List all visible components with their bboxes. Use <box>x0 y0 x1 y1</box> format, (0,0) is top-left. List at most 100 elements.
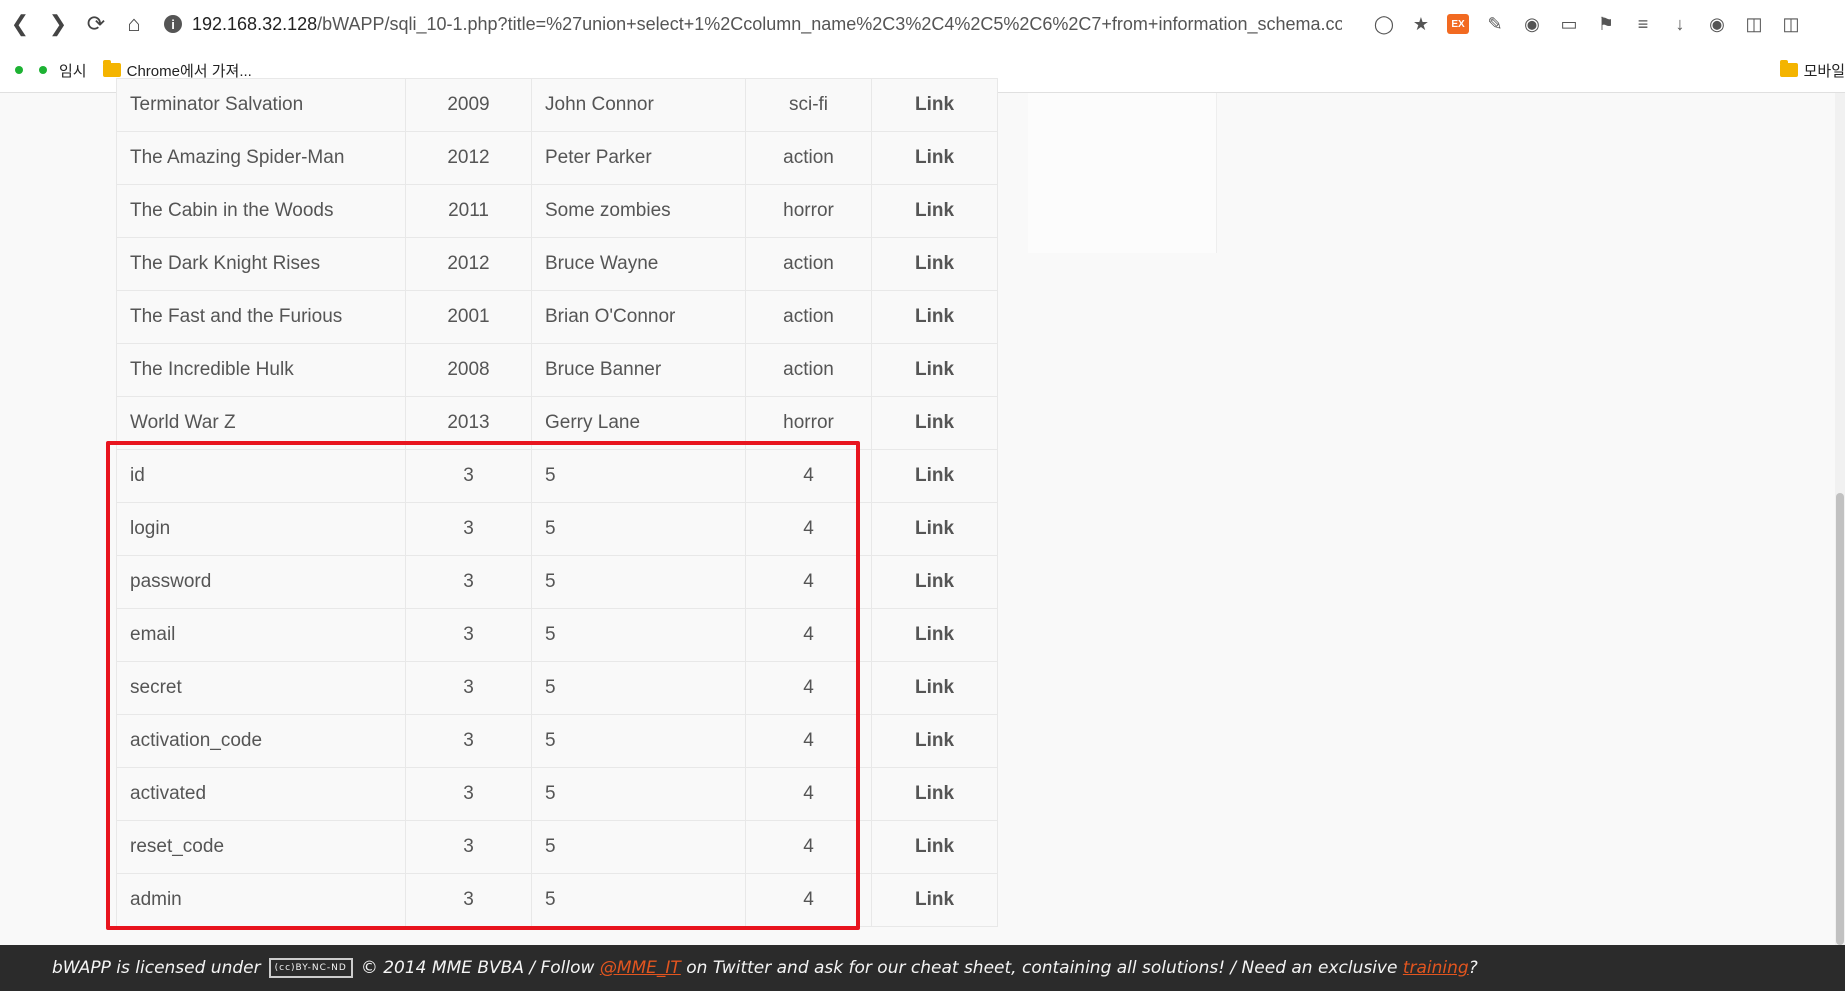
cell-character: 5 <box>531 714 746 768</box>
cell-genre: 4 <box>745 661 872 715</box>
imdb-link[interactable]: Link <box>871 290 998 344</box>
imdb-link[interactable]: Link <box>871 873 998 927</box>
imdb-link[interactable]: Link <box>871 449 998 503</box>
reload-icon[interactable]: ⟳ <box>78 6 114 42</box>
cell-genre: action <box>745 237 872 291</box>
download-icon[interactable]: ↓ <box>1664 8 1696 40</box>
cell-year: 2012 <box>405 131 532 185</box>
imdb-link[interactable]: Link <box>871 184 998 238</box>
cell-character: 5 <box>531 873 746 927</box>
cell-genre: 4 <box>745 449 872 503</box>
cell-character: 5 <box>531 820 746 874</box>
panel-icon[interactable]: ◫ <box>1738 8 1770 40</box>
imdb-link[interactable]: Link <box>871 820 998 874</box>
imdb-link[interactable]: Link <box>871 608 998 662</box>
cell-character: Peter Parker <box>531 131 746 185</box>
footer-text: on Twitter and ask for our cheat sheet, … <box>686 958 1398 978</box>
shield-icon[interactable]: ◯ <box>1368 8 1400 40</box>
cell-character: 5 <box>531 767 746 821</box>
cell-title: login <box>116 502 406 556</box>
imdb-link[interactable]: Link <box>871 343 998 397</box>
status-dot-icon <box>15 66 23 74</box>
home-icon[interactable]: ⌂ <box>116 6 152 42</box>
cell-character: 5 <box>531 502 746 556</box>
playlist-icon[interactable]: ≡ <box>1627 8 1659 40</box>
forward-icon[interactable]: ❯ <box>40 6 76 42</box>
cell-title: The Dark Knight Rises <box>116 237 406 291</box>
twitter-link[interactable]: @MME_IT <box>600 958 681 978</box>
cc-license-badge[interactable]: (cc) BY-NC-ND <box>268 958 353 978</box>
cell-title: The Fast and the Furious <box>116 290 406 344</box>
imdb-link[interactable]: Link <box>871 714 998 768</box>
cast-icon[interactable]: ▭ <box>1553 8 1585 40</box>
imdb-link[interactable]: Link <box>871 131 998 185</box>
cell-title: secret <box>116 661 406 715</box>
cell-genre: sci-fi <box>745 78 872 132</box>
scrollbar[interactable] <box>1835 93 1845 945</box>
cell-genre: action <box>745 131 872 185</box>
cell-title: The Amazing Spider-Man <box>116 131 406 185</box>
movie-table: Terminator Salvation 2009 John Connor sci-f… <box>116 78 998 927</box>
cell-year: 3 <box>405 608 532 662</box>
table-row: The Amazing Spider-Man 2012 Peter Parker ac… <box>116 131 998 185</box>
footer-text: ? <box>1468 958 1478 978</box>
imdb-link[interactable]: Link <box>871 661 998 715</box>
cell-year: 3 <box>405 714 532 768</box>
cell-character: 5 <box>531 608 746 662</box>
bookmark-mobile[interactable]: 모바일 <box>1779 48 1845 92</box>
cell-year: 2009 <box>405 78 532 132</box>
cell-title: id <box>116 449 406 503</box>
page-content: Terminator Salvation 2009 John Connor sci-f… <box>0 78 1845 945</box>
bookmark-temp[interactable]: 임시 <box>39 60 87 81</box>
cell-year: 3 <box>405 502 532 556</box>
pen-icon[interactable]: ✎ <box>1479 8 1511 40</box>
address-bar[interactable]: i 192.168.32.128/bWAPP/sqli_10-1.php?tit… <box>156 4 1348 44</box>
table-row: The Incredible Hulk 2008 Bruce Banner actio… <box>116 343 998 397</box>
ex-extension-icon[interactable]: EX <box>1447 14 1469 34</box>
cell-title: reset_code <box>116 820 406 874</box>
scrollbar-thumb[interactable] <box>1836 493 1844 945</box>
cell-character: John Connor <box>531 78 746 132</box>
cell-title: activation_code <box>116 714 406 768</box>
cell-title: The Incredible Hulk <box>116 343 406 397</box>
cell-year: 2013 <box>405 396 532 450</box>
cell-year: 2008 <box>405 343 532 397</box>
table-row: id 3 5 4 Link <box>116 449 998 503</box>
back-icon[interactable]: ❮ <box>2 6 38 42</box>
imdb-link[interactable]: Link <box>871 78 998 132</box>
flag-icon[interactable]: ⚑ <box>1590 8 1622 40</box>
url-path: /bWAPP/sqli_10-1.php?title=%27union+sele… <box>317 13 1342 34</box>
imdb-link[interactable]: Link <box>871 555 998 609</box>
imdb-link[interactable]: Link <box>871 396 998 450</box>
star-icon[interactable]: ★ <box>1405 8 1437 40</box>
table-row: admin 3 5 4 Link <box>116 873 998 927</box>
cell-genre: 4 <box>745 502 872 556</box>
table-row: Terminator Salvation 2009 John Connor sci-f… <box>116 78 998 132</box>
camera-icon[interactable]: ◉ <box>1701 8 1733 40</box>
cell-character: Gerry Lane <box>531 396 746 450</box>
cell-year: 3 <box>405 661 532 715</box>
table-row: The Fast and the Furious 2001 Brian O'Conn… <box>116 290 998 344</box>
imdb-link[interactable]: Link <box>871 767 998 821</box>
footer: bWAPP is licensed under (cc) BY-NC-ND © … <box>0 945 1845 991</box>
mouse-icon[interactable]: ◉ <box>1516 8 1548 40</box>
imdb-link[interactable]: Link <box>871 237 998 291</box>
imdb-link[interactable]: Link <box>871 502 998 556</box>
table-row: World War Z 2013 Gerry Lane horror Link <box>116 396 998 450</box>
training-link[interactable]: training <box>1403 958 1469 978</box>
cell-character: Some zombies <box>531 184 746 238</box>
cell-title: The Cabin in the Woods <box>116 184 406 238</box>
cell-character: Bruce Banner <box>531 343 746 397</box>
cell-title: activated <box>116 767 406 821</box>
browser-toolbar: ❮ ❯ ⟳ ⌂ i 192.168.32.128/bWAPP/sqli_10-1… <box>0 0 1845 49</box>
cell-genre: 4 <box>745 608 872 662</box>
info-icon[interactable]: i <box>164 15 182 33</box>
status-dot-icon <box>39 66 47 74</box>
bookmark-label: 모바일 <box>1803 62 1845 80</box>
cell-character: Bruce Wayne <box>531 237 746 291</box>
cell-year: 3 <box>405 767 532 821</box>
url-text[interactable]: 192.168.32.128/bWAPP/sqli_10-1.php?title… <box>192 14 1342 35</box>
sidebar-icon[interactable]: ◫ <box>1775 8 1807 40</box>
cell-genre: action <box>745 343 872 397</box>
cell-year: 2011 <box>405 184 532 238</box>
